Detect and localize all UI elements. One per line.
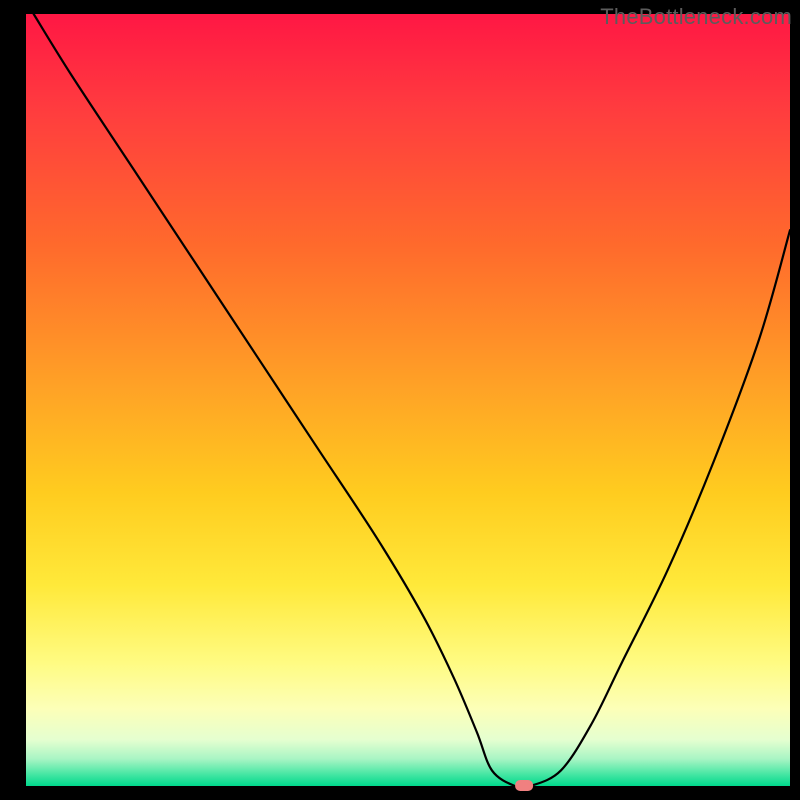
watermark-text: TheBottleneck.com <box>600 4 792 30</box>
chart-container: TheBottleneck.com <box>0 0 800 800</box>
optimal-point-marker <box>515 780 533 791</box>
bottleneck-chart <box>0 0 800 800</box>
plot-background <box>26 14 790 786</box>
